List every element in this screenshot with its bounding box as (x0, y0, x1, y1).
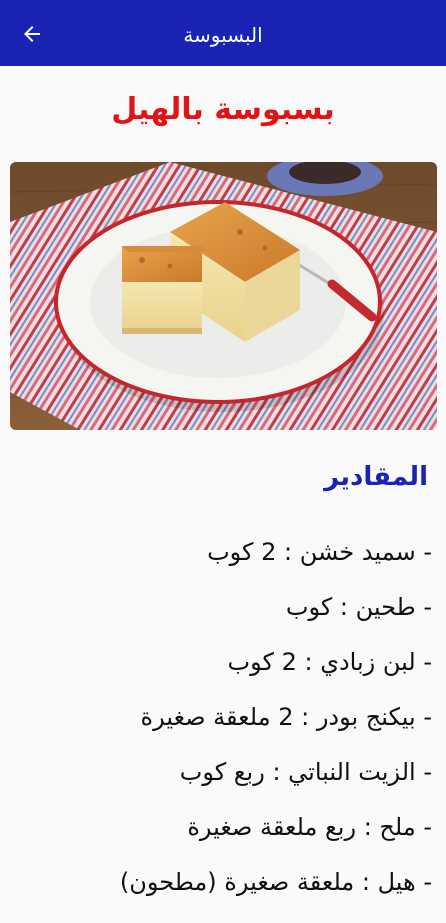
recipe-image (10, 162, 437, 430)
recipe-title: بسبوسة بالهيل (111, 92, 335, 127)
list-item: - بيكنج بودر : 2 ملعقة صغيرة (140, 703, 432, 731)
list-item: - هيل : ملعقة صغيرة (مطحون) (119, 868, 432, 896)
list-item: - طحين : كوب (285, 593, 432, 621)
list-item: - لبن زبادي : 2 كوب (227, 648, 432, 676)
app-bar-title: البسبوسة (183, 23, 263, 47)
app-bar: البسبوسة (0, 0, 446, 66)
list-item: - ملح : ربع ملعقة صغيرة (187, 813, 432, 841)
recipe-photo-illustration (10, 162, 437, 430)
list-item: - الزيت النباتي : ربع كوب (179, 758, 432, 786)
list-item: - سميد خشن : 2 كوب (207, 538, 432, 566)
ingredients-heading: المقادير (324, 462, 428, 492)
ingredients-list: - سميد خشن : 2 كوب - طحين : كوب - لبن زب… (120, 538, 432, 923)
